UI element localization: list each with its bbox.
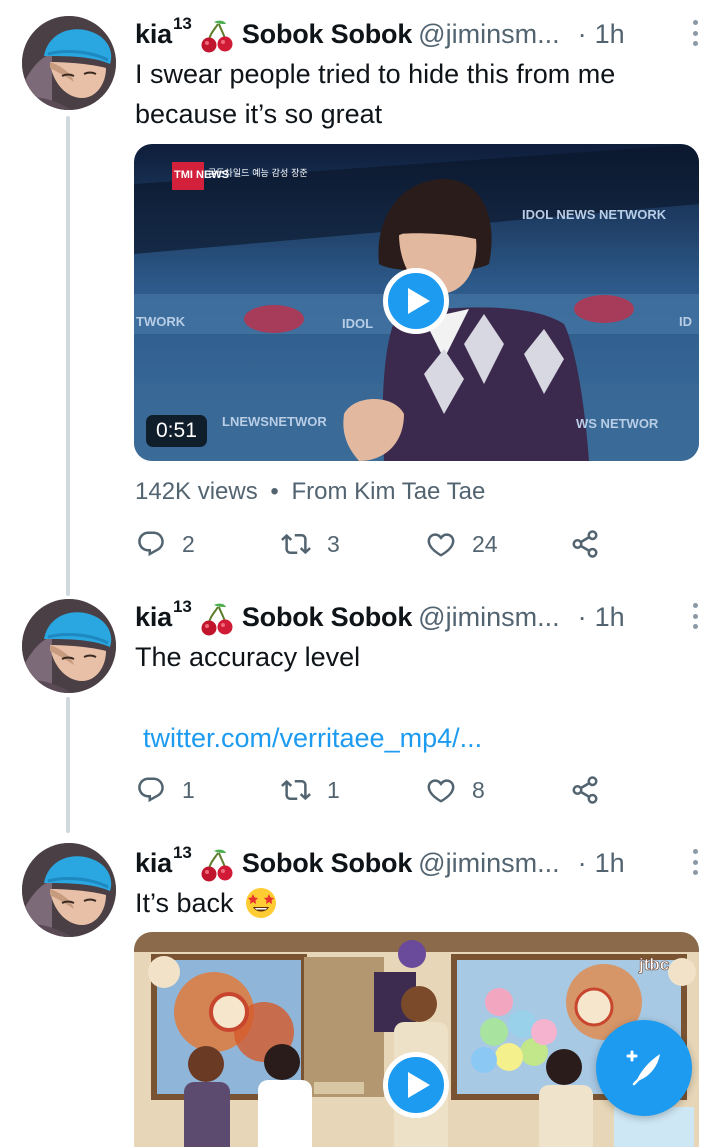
reply-count: 1: [182, 776, 195, 803]
star-struck-emoji-icon: [245, 888, 276, 918]
overlay-text: IDOL: [342, 316, 373, 331]
share-button[interactable]: [570, 773, 616, 807]
video-source[interactable]: From Kim Tae Tae: [291, 478, 485, 505]
overlay-text: 골든차일드 예능 감성 장준: [208, 167, 308, 179]
overlay-text: ID: [679, 314, 692, 329]
retweet-button[interactable]: 1: [281, 773, 340, 807]
tweet-header: kia 13 Sobok Sobok @jiminsm... · 1h: [135, 843, 699, 883]
views-separator: •: [270, 478, 279, 505]
share-icon: [570, 775, 600, 805]
cherries-emoji-icon: [200, 601, 234, 637]
display-name-suffix[interactable]: Sobok Sobok: [242, 602, 413, 633]
video-duration: 0:51: [146, 415, 207, 447]
tweet-actions: 2 3 24: [136, 527, 606, 561]
like-button[interactable]: 8: [426, 773, 485, 807]
tweet-text-line: It’s back: [135, 888, 234, 918]
overlay-text: jtbc: [638, 955, 669, 974]
like-button[interactable]: 24: [426, 527, 498, 561]
tweet-link[interactable]: twitter.com/verritaee_mp4/...: [143, 723, 482, 754]
avatar-image: [22, 599, 116, 693]
tweet-text-line: The accuracy level: [135, 642, 361, 672]
tweet-actions: 1 1 8: [136, 773, 606, 807]
more-options-icon[interactable]: [691, 849, 699, 875]
tweet-text-line: I swear people tried to hide this from m…: [135, 59, 616, 89]
retweet-button[interactable]: 3: [281, 527, 340, 561]
user-handle[interactable]: @jiminsm...: [418, 19, 559, 50]
compose-tweet-button[interactable]: [596, 1020, 692, 1116]
timestamp[interactable]: 1h: [595, 848, 625, 879]
reply-icon: [136, 529, 166, 559]
thread-line: [66, 116, 70, 596]
play-button[interactable]: [383, 1052, 449, 1118]
retweet-count: 1: [327, 776, 340, 803]
share-icon: [570, 529, 600, 559]
reply-button[interactable]: 2: [136, 527, 195, 561]
avatar-image: [22, 16, 116, 110]
tweet-text: The accuracy level: [135, 637, 360, 677]
compose-tweet-icon: [626, 1050, 660, 1086]
tweet-text: I swear people tried to hide this from m…: [135, 54, 615, 134]
display-name[interactable]: kia: [135, 19, 172, 50]
view-count-line: 142K views • From Kim Tae Tae: [135, 478, 485, 506]
tweet-header: kia 13 Sobok Sobok @jiminsm... · 1h: [135, 597, 699, 637]
retweet-icon: [281, 775, 311, 805]
like-count: 24: [472, 530, 498, 557]
video-media[interactable]: TMI NEWS 골든차일드 예능 감성 장준 IDOL NEWS NETWOR…: [134, 144, 699, 461]
more-options-icon[interactable]: [691, 603, 699, 629]
overlay-text: TWORK: [136, 314, 186, 329]
heart-icon: [426, 775, 456, 805]
share-button[interactable]: [570, 527, 616, 561]
retweet-icon: [281, 529, 311, 559]
avatar[interactable]: [22, 843, 116, 937]
tweet-1[interactable]: kia 13 Sobok Sobok @jiminsm... · 1h I sw…: [0, 0, 719, 596]
tweet-text: It’s back: [135, 883, 278, 923]
display-name-superscript: 13: [172, 597, 192, 616]
like-count: 8: [472, 776, 485, 803]
timestamp[interactable]: 1h: [595, 602, 625, 633]
user-handle[interactable]: @jiminsm...: [418, 602, 559, 633]
display-name-suffix[interactable]: Sobok Sobok: [242, 19, 413, 50]
tweet-header: kia 13 Sobok Sobok @jiminsm... · 1h: [135, 14, 699, 54]
cherries-emoji-icon: [200, 847, 234, 883]
overlay-text: WS NETWOR: [576, 416, 659, 431]
reply-count: 2: [182, 530, 195, 557]
display-name-superscript: 13: [172, 843, 192, 862]
display-name[interactable]: kia: [135, 848, 172, 879]
display-name[interactable]: kia: [135, 602, 172, 633]
display-name-suffix[interactable]: Sobok Sobok: [242, 848, 413, 879]
avatar[interactable]: [22, 599, 116, 693]
retweet-count: 3: [327, 530, 340, 557]
separator: ·: [577, 601, 587, 632]
more-options-icon[interactable]: [691, 20, 699, 46]
avatar[interactable]: [22, 16, 116, 110]
separator: ·: [577, 847, 587, 878]
tweet-2[interactable]: kia 13 Sobok Sobok @jiminsm... · 1h The …: [0, 585, 719, 833]
overlay-text: LNEWSNETWOR: [222, 414, 327, 429]
reply-button[interactable]: 1: [136, 773, 195, 807]
thread-line: [66, 697, 70, 833]
reply-icon: [136, 775, 166, 805]
overlay-text: IDOL NEWS NETWORK: [522, 207, 667, 222]
view-count: 142K views: [135, 478, 258, 505]
avatar-image: [22, 843, 116, 937]
heart-icon: [426, 529, 456, 559]
separator: ·: [577, 18, 587, 49]
cherries-emoji-icon: [200, 18, 234, 54]
user-handle[interactable]: @jiminsm...: [418, 848, 559, 879]
timestamp[interactable]: 1h: [595, 19, 625, 50]
play-button[interactable]: [383, 268, 449, 334]
display-name-superscript: 13: [172, 14, 192, 33]
tweet-text-line: because it’s so great: [135, 99, 383, 129]
